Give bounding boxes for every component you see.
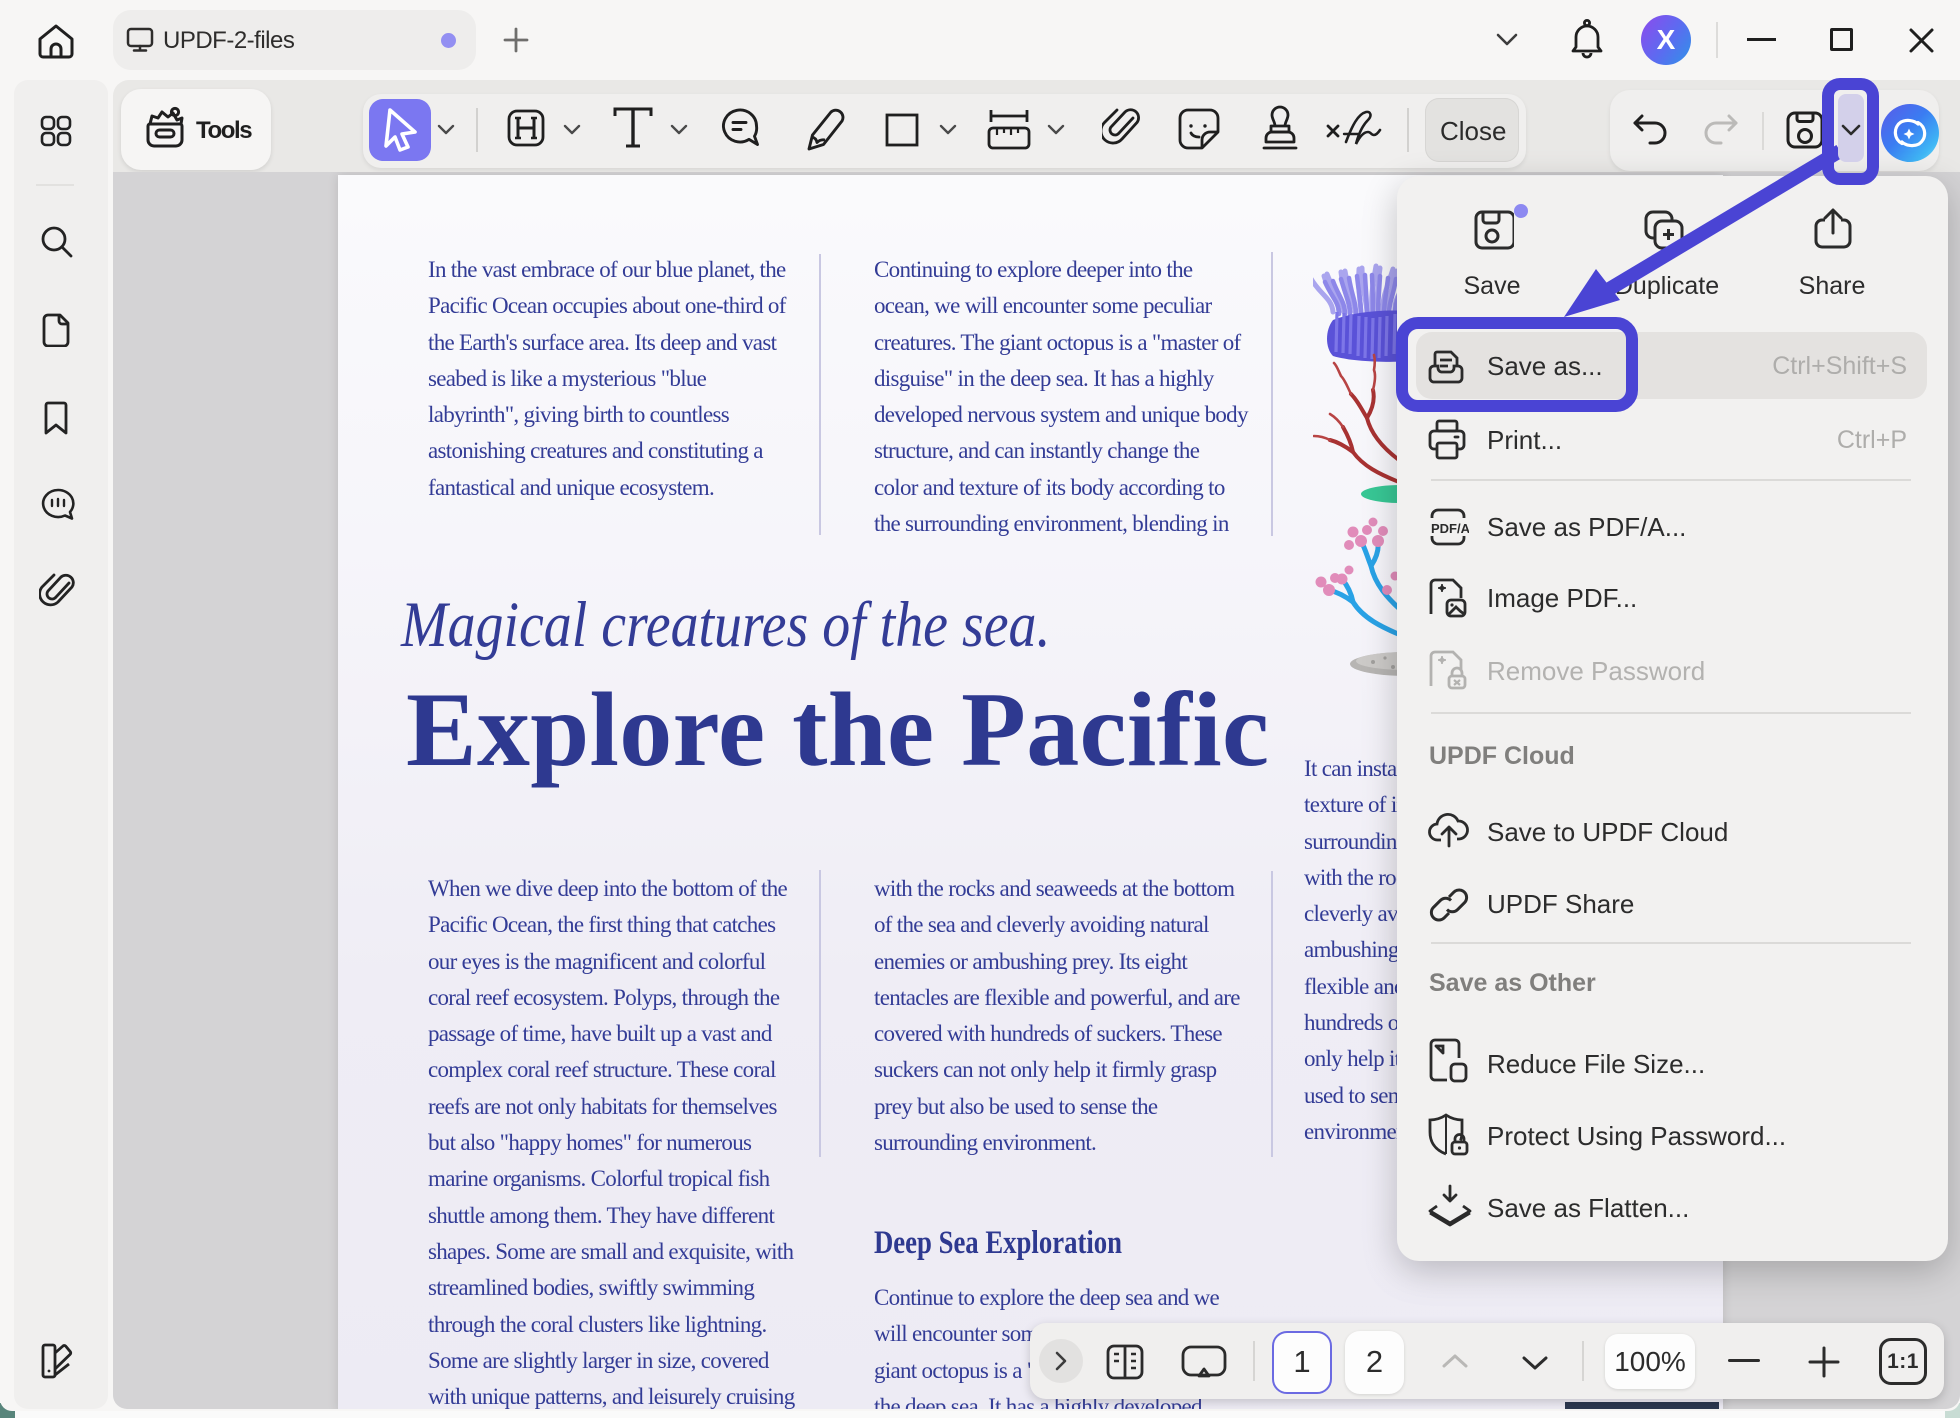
- svg-text:PDF/A: PDF/A: [1431, 521, 1469, 536]
